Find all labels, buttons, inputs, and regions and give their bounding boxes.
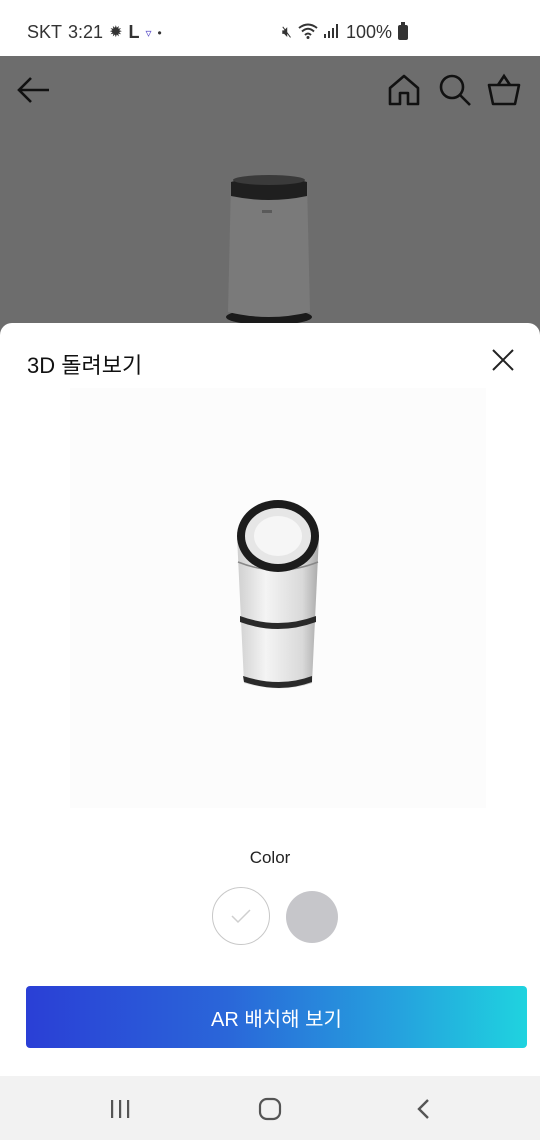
air-purifier-model — [237, 500, 319, 689]
back-arrow-icon[interactable] — [14, 70, 54, 110]
mute-icon: 🔇︎ — [281, 23, 292, 41]
status-right: 🔇︎ 100% — [282, 22, 408, 43]
clock: 3:21 — [68, 22, 104, 42]
color-swatch-white[interactable] — [212, 887, 270, 945]
checkmark-icon — [231, 909, 251, 924]
search-icon[interactable] — [435, 70, 475, 110]
recent-apps-button[interactable] — [100, 1094, 140, 1124]
color-label: Color — [249, 848, 291, 867]
home-circle-icon — [258, 1097, 282, 1121]
sheet-title: 3D 돌려보기 — [27, 353, 143, 378]
top-navigation — [0, 56, 540, 128]
status-left: SKT 3:21 ✹ L ▿ • — [27, 22, 162, 43]
shopping-bag-icon[interactable] — [484, 70, 524, 110]
status-bar: SKT 3:21 ✹ L ▿ • 🔇︎ 100% — [0, 0, 540, 56]
home-button[interactable] — [250, 1094, 290, 1124]
recent-apps-icon — [111, 1100, 130, 1118]
product-image — [226, 174, 312, 325]
color-swatches — [0, 887, 540, 947]
close-icon — [492, 349, 514, 371]
vpn-triangle-icon: ▿ — [145, 25, 152, 40]
notification-dot: • — [157, 25, 162, 40]
system-navigation-bar — [0, 1076, 540, 1140]
3d-model-viewer[interactable] — [70, 388, 486, 808]
battery-percent: 100% — [345, 22, 392, 42]
home-icon[interactable] — [384, 70, 424, 110]
wifi-icon — [298, 23, 318, 43]
color-swatch-gray[interactable] — [286, 891, 338, 943]
close-button[interactable] — [488, 345, 518, 375]
settings-gear-icon: ✹ — [109, 23, 123, 41]
signal-icon — [323, 23, 340, 42]
indicator-l: L — [128, 22, 140, 42]
3d-viewer-sheet: 3D 돌려보기 Color AR 배치해 보기 — [0, 323, 540, 1076]
back-button[interactable] — [403, 1094, 443, 1124]
carrier-label: SKT — [27, 22, 63, 42]
battery-icon — [398, 22, 408, 40]
ar-placement-button[interactable]: AR 배치해 보기 — [26, 986, 527, 1048]
back-chevron-icon — [417, 1099, 429, 1119]
